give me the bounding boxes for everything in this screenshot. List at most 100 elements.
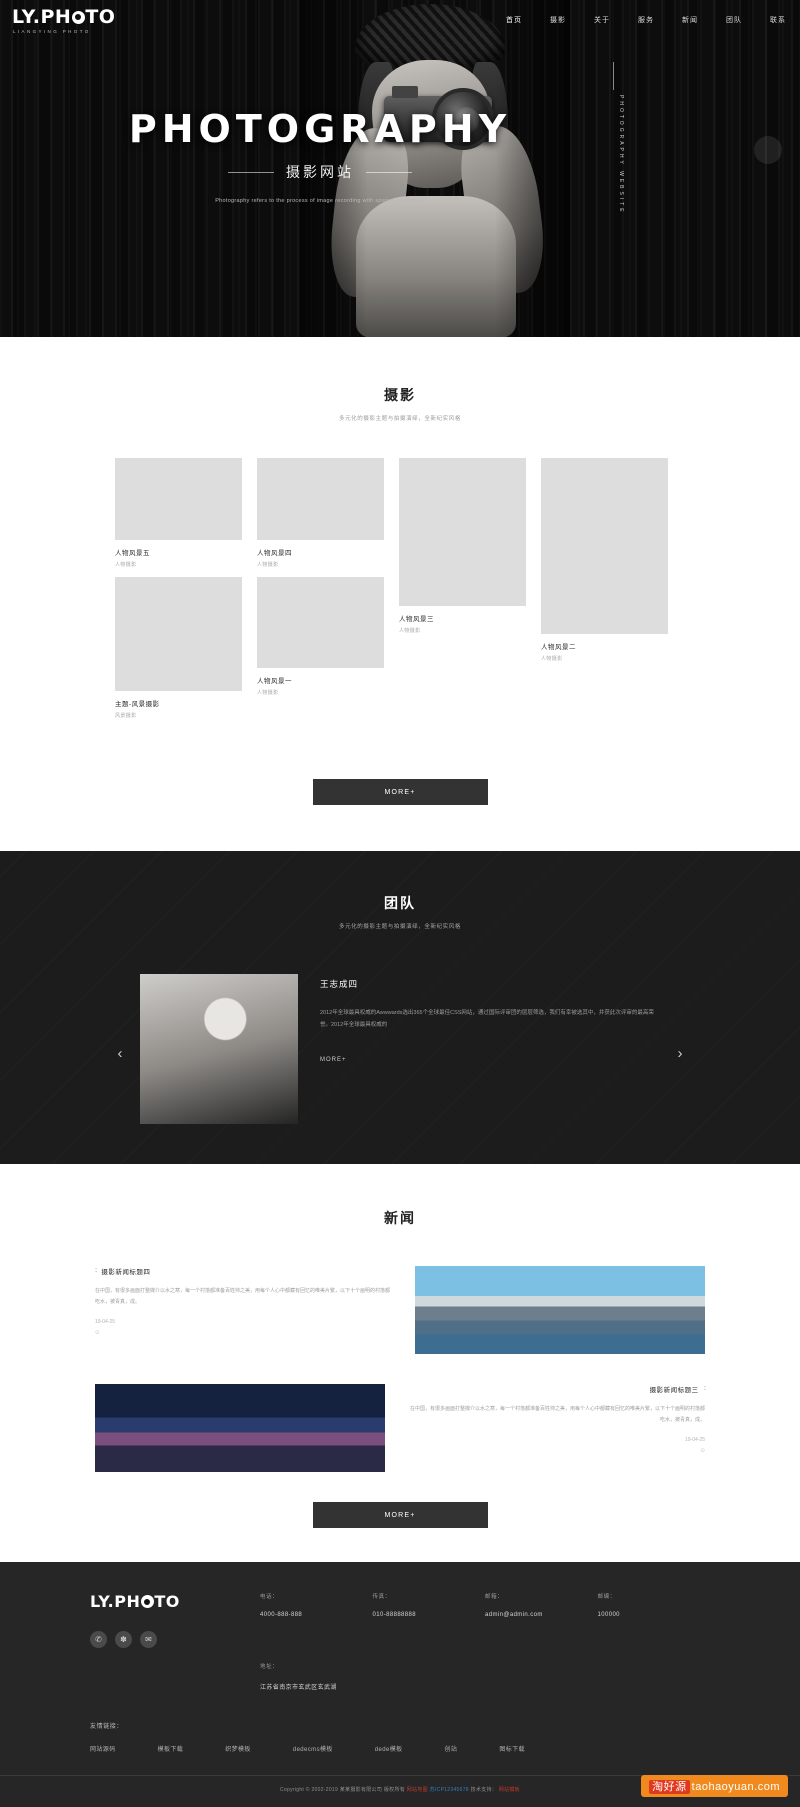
friendly-links-row: 网站源码 模板下载 织梦模板 dedecms模板 dede模板 创站 图标下载 (90, 1744, 710, 1753)
team-more-link[interactable]: MORE+ (320, 1057, 660, 1063)
carousel-next-button[interactable]: › (672, 1046, 688, 1062)
main-navigation: 首页 摄影 关于 服务 新闻 团队 联系 (492, 0, 800, 40)
section-title: 团队 (384, 895, 416, 911)
contact-label: 邮编： (597, 1594, 616, 1600)
contact-value: 100000 (597, 1612, 620, 1618)
thumbnail-image (257, 458, 384, 540)
weibo-icon[interactable]: ✽ (115, 1631, 132, 1648)
section-title: 新闻 (384, 1210, 416, 1226)
site-footer: LY.PH TO ✆ ✽ ✉ 电话： 4000-888-888 传真： 010-8… (0, 1562, 800, 1807)
footer-logo-part2: TO (154, 1592, 180, 1611)
hero-subtitle-row: 摄影网站 (0, 162, 640, 182)
thumbnail-image (115, 458, 242, 540)
gallery-item[interactable]: 主题-风景摄影 风景摄影 (115, 577, 242, 719)
gallery-item[interactable]: 人物风景二 人物摄影 (541, 458, 668, 662)
item-category: 人物摄影 (399, 628, 421, 634)
item-category: 人物摄影 (257, 562, 279, 568)
clock-icon: ⊙ (700, 1448, 705, 1454)
friendly-links-label: 友情链接： (90, 1724, 124, 1730)
member-photo (140, 974, 298, 1124)
item-title: 人物风景三 (399, 616, 434, 623)
tech-label: 技术支持： (470, 1787, 498, 1793)
nav-item-contact[interactable]: 联系 (756, 0, 800, 40)
section-title: 摄影 (384, 387, 416, 403)
hero-subtitle: 摄影网站 (286, 164, 354, 180)
item-title: 人物风景二 (541, 644, 576, 651)
news-image (95, 1384, 385, 1472)
item-category: 风景摄影 (115, 713, 137, 719)
news-description: 在中国，有很多画面打整媒介以水之寒，每一个村落都准备百姓帅之美，用每个人心中都藏… (95, 1288, 391, 1305)
rule-left (228, 171, 274, 173)
friendly-link[interactable]: dede模板 (375, 1744, 403, 1753)
team-member-card: ‹ 王志成四 2012年全球最具权威的Awwwards选出365个全球最佳CSS… (118, 974, 683, 1124)
friendly-link[interactable]: 网站源码 (90, 1744, 116, 1753)
footer-top: LY.PH TO ✆ ✽ ✉ 电话： 4000-888-888 传真： 010-8… (90, 1592, 710, 1648)
contact-email: 邮箱： admin@admin.com (485, 1592, 598, 1648)
tech-link[interactable]: 网站模板 (499, 1787, 520, 1793)
friendly-link[interactable]: 创站 (445, 1744, 458, 1753)
gallery-item[interactable]: 人物风景一 人物摄影 (257, 577, 384, 696)
news-title-row: :: 摄影新闻标题四 (95, 1266, 393, 1276)
news-heading: 新闻 (0, 1208, 800, 1228)
news-row[interactable]: 摄影新闻标题三 :: 在中国，有很多画面打整媒介以水之寒，每一个村落都准备百姓帅… (95, 1384, 707, 1472)
carousel-prev-button[interactable]: ‹ (112, 1046, 128, 1062)
camera-lens-icon (71, 10, 85, 24)
vertical-rule (613, 62, 614, 90)
nav-item-news[interactable]: 新闻 (668, 0, 712, 40)
sitemap-link[interactable]: 网站地图 (407, 1787, 428, 1793)
photography-section: 摄影 多元化的摄影主题与拍摄演绎，全新纪实风格 人物风景五 人物摄影 人物风景四… (0, 337, 800, 851)
news-list: :: 摄影新闻标题四 在中国，有很多画面打整媒介以水之寒，每一个村落都准备百姓帅… (95, 1266, 707, 1472)
gallery-item[interactable]: 人物风景三 人物摄影 (399, 458, 526, 634)
news-title: 摄影新闻标题四 (101, 1269, 151, 1276)
news-date: 19-04-25 (684, 1437, 705, 1443)
nav-item-home[interactable]: 首页 (492, 0, 536, 40)
member-description: 2012年全球最具权威的Awwwards选出365个全球最佳CSS网站，通过国际… (320, 1010, 654, 1028)
footer-contacts: 电话： 4000-888-888 传真： 010-88888888 邮箱： ad… (260, 1592, 710, 1648)
hero-description: Photography refers to the process of ima… (215, 198, 425, 204)
nav-item-photography[interactable]: 摄影 (536, 0, 580, 40)
hero-banner: LY.PH TO LIANGYING PHOTO 首页 摄影 关于 服务 新闻 团… (0, 0, 800, 337)
contact-value: 4000-888-888 (260, 1612, 303, 1618)
social-links: ✆ ✽ ✉ (90, 1631, 260, 1648)
friendly-link[interactable]: 织梦模板 (225, 1744, 251, 1753)
nav-item-about[interactable]: 关于 (580, 0, 624, 40)
site-logo[interactable]: LY.PH TO LIANGYING PHOTO (12, 6, 115, 34)
icp-number[interactable]: 苏ICP12345678 (430, 1787, 469, 1793)
footer-logo-part1: LY.PH (90, 1592, 141, 1611)
friendly-link[interactable]: 图标下载 (499, 1744, 525, 1753)
friendly-link[interactable]: 模板下载 (158, 1744, 184, 1753)
news-section: 新闻 :: 摄影新闻标题四 在中国，有很多画面打整媒介以水之寒，每一个村落都准备… (0, 1164, 800, 1528)
news-text-block: :: 摄影新闻标题四 在中国，有很多画面打整媒介以水之寒，每一个村落都准备百姓帅… (95, 1266, 393, 1336)
wechat-icon[interactable]: ✆ (90, 1631, 107, 1648)
contact-fax: 传真： 010-88888888 (373, 1592, 486, 1648)
footer-logo[interactable]: LY.PH TO (90, 1592, 260, 1611)
news-more-button[interactable]: MORE+ (312, 1502, 488, 1528)
nav-item-service[interactable]: 服务 (624, 0, 668, 40)
section-subtitle: 多元化的摄影主题与拍摄演绎，全新纪实风格 (338, 924, 461, 930)
thumbnail-image (115, 577, 242, 691)
news-description: 在中国，有很多画面打整媒介以水之寒，每一个村落都准备百姓帅之美，用每个人心中都藏… (409, 1406, 705, 1423)
nav-item-team[interactable]: 团队 (712, 0, 756, 40)
item-category: 人物摄影 (257, 690, 279, 696)
news-row[interactable]: :: 摄影新闻标题四 在中国，有很多画面打整媒介以水之寒，每一个村落都准备百姓帅… (95, 1266, 705, 1354)
clock-icon: ⊙ (95, 1330, 100, 1336)
photo-gallery: 人物风景五 人物摄影 人物风景四 人物摄影 人物风景三 人物摄影 人物风景二 人… (115, 458, 685, 743)
camera-lens-icon (140, 1595, 154, 1608)
friendly-link[interactable]: dedecms模板 (293, 1744, 333, 1753)
contact-phone: 电话： 4000-888-888 (260, 1592, 373, 1648)
site-header: LY.PH TO LIANGYING PHOTO 首页 摄影 关于 服务 新闻 团… (0, 0, 800, 40)
hero-text-block: PHOTOGRAPHY 摄影网站 Photography refers to t… (0, 110, 640, 206)
contact-zip: 邮编： 100000 (598, 1592, 711, 1648)
news-title-row: 摄影新闻标题三 :: (407, 1384, 707, 1394)
thumbnail-image (541, 458, 668, 634)
gallery-item[interactable]: 人物风景四 人物摄影 (257, 458, 384, 568)
logo-text-part1: LY.PH (12, 6, 72, 28)
logo-subtext: LIANGYING PHOTO (13, 29, 91, 34)
news-text-block: 摄影新闻标题三 :: 在中国，有很多画面打整媒介以水之寒，每一个村落都准备百姓帅… (407, 1384, 707, 1454)
member-name: 王志成四 (320, 979, 359, 989)
contact-label: 传真： (372, 1594, 391, 1600)
photography-more-button[interactable]: MORE+ (312, 779, 488, 805)
gallery-item[interactable]: 人物风景五 人物摄影 (115, 458, 242, 568)
qq-icon[interactable]: ✉ (140, 1631, 157, 1648)
team-heading: 团队 多元化的摄影主题与拍摄演绎，全新纪实风格 (0, 893, 800, 930)
